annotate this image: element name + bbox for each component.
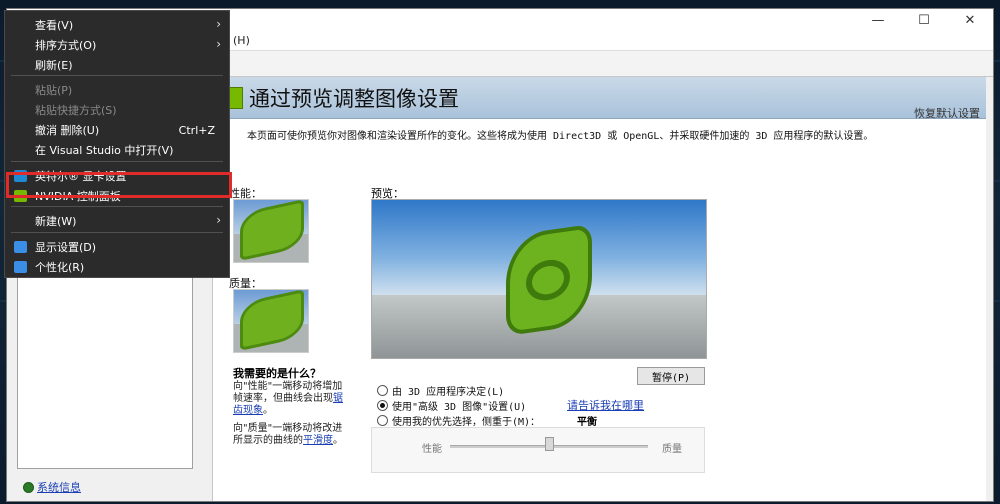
menu-item-paste: 粘贴(P) [5,80,229,100]
desktop-context-menu: 查看(V) › 排序方式(O) › 刷新(E) 粘贴(P) 粘贴快捷方式(S) 撤消 删除(U… [4,10,230,278]
menu-item-open-in-visual-studio[interactable]: 在 Visual Studio 中打开(V) [5,140,229,160]
menu-separator [11,75,223,76]
minimize-button[interactable]: — [855,9,901,31]
quality-thumbnail [233,289,309,353]
option-app-controlled[interactable]: 由 3D 应用程序决定(L) [377,383,504,398]
menu-item-personalize[interactable]: 个性化(R) [5,257,229,277]
menu-item-view[interactable]: 查看(V) › [5,15,229,35]
display-icon [14,241,27,253]
help-quality-text: 向"质量"一端移动将改进所显示的曲线的平滑度。 [233,423,343,446]
option-my-preference[interactable]: 使用我的优先选择，侧重于(M)： [377,413,540,428]
menu-item-display-settings[interactable]: 显示设置(D) [5,237,229,257]
system-info-icon [23,481,34,493]
menu-item-paste-shortcut: 粘贴快捷方式(S) [5,100,229,120]
menu-item-undo-delete[interactable]: 撤消 删除(U) Ctrl+Z [5,120,229,140]
page-title: 通过预览调整图像设置 [249,87,459,111]
menu-item-label: 排序方式(O) [35,39,97,52]
tell-me-where-link[interactable]: 请告诉我在哪里 [567,397,644,413]
chevron-right-icon: › [216,37,221,51]
quality-slider-group: 性能 质量 [371,427,705,473]
page-banner: 通过预览调整图像设置 恢复默认设置 [213,77,986,121]
menu-help[interactable]: (H) [233,34,250,47]
content-pane: 通过预览调整图像设置 恢复默认设置 本页面可使你预览你对图像和渲染设置所作的变化… [212,77,986,501]
preview-3d-viewport[interactable] [371,199,707,359]
menu-item-new[interactable]: 新建(W) › [5,211,229,231]
chevron-right-icon: › [216,17,221,31]
restore-defaults-link[interactable]: 恢复默认设置 [914,105,980,121]
smoothness-link[interactable]: 平滑度 [303,435,333,446]
menu-item-refresh[interactable]: 刷新(E) [5,55,229,75]
menu-item-label: 新建(W) [35,215,77,228]
slider-thumb[interactable] [545,437,554,451]
performance-thumbnail [233,199,309,263]
chevron-right-icon: › [216,213,221,227]
menu-separator [11,161,223,162]
menu-item-shortcut: Ctrl+Z [178,123,215,137]
menu-item-label: 撤消 删除(U) [35,124,100,137]
help-title: 我需要的是什么？ [233,367,321,380]
menu-item-sort-by[interactable]: 排序方式(O) › [5,35,229,55]
slider-quality-label: 质量 [662,444,682,455]
system-info-label[interactable]: 系统信息 [37,479,81,495]
balance-label: 平衡 [577,417,597,428]
menu-item-label: 查看(V) [35,19,74,32]
slider-performance-label: 性能 [422,444,442,455]
menu-separator [11,206,223,207]
close-button[interactable]: ✕ [947,9,993,31]
menu-item-label: 显示设置(D) [35,241,97,254]
system-info-link[interactable]: 系统信息 [23,479,81,495]
maximize-button[interactable]: ☐ [901,9,947,31]
menu-separator [11,232,223,233]
highlight-box [6,172,232,198]
help-performance-text: 向"性能"一端移动将增加帧速率，但曲线会出现锯齿现象。 [233,381,343,416]
menu-item-label: 刷新(E) [35,59,73,72]
page-description: 本页面可使你预览你对图像和渲染设置所作的变化。这些将成为使用 Direct3D … [247,131,874,142]
option-advanced-3d[interactable]: 使用"高级 3D 图像"设置(U) [377,398,526,413]
radio-button[interactable] [377,385,388,396]
radio-button[interactable] [377,415,388,426]
personalize-icon [14,261,27,273]
menu-item-label: 个性化(R) [35,261,85,274]
radio-button[interactable] [377,400,388,411]
pause-button[interactable]: 暂停(P) [637,367,705,385]
menu-item-label: 粘贴(P) [35,84,73,97]
menu-item-label: 粘贴快捷方式(S) [35,104,117,117]
menu-item-label: 在 Visual Studio 中打开(V) [35,144,174,157]
